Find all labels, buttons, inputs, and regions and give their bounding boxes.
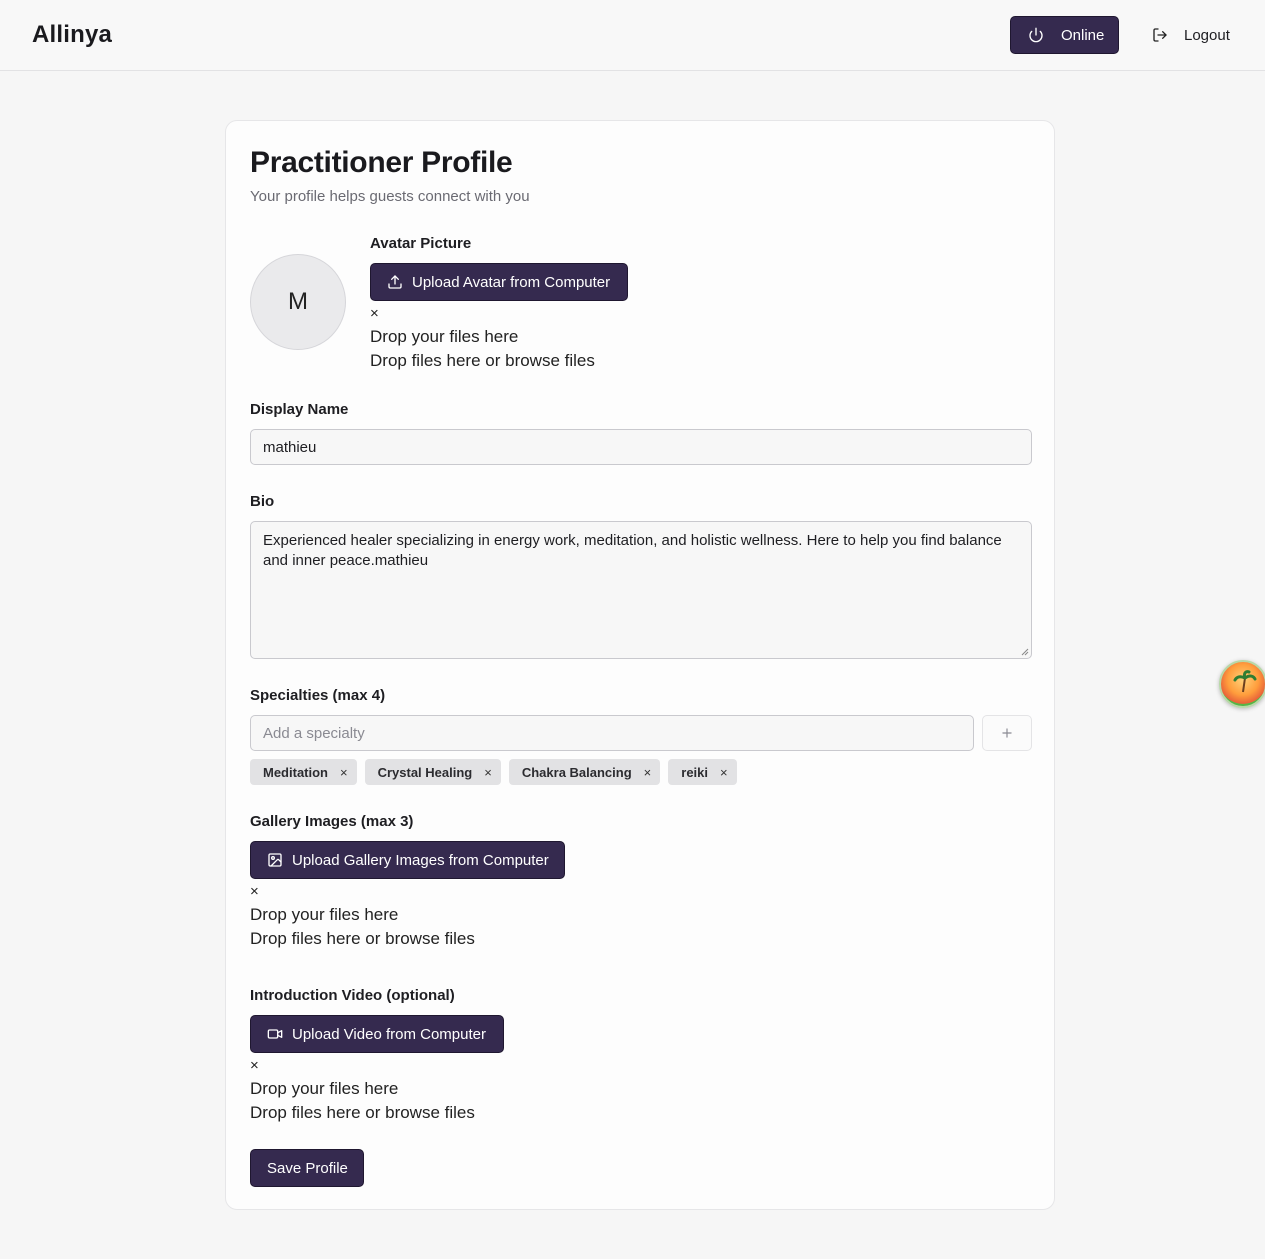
add-specialty-button[interactable]	[982, 715, 1032, 751]
specialties-label: Specialties (max 4)	[250, 687, 386, 704]
gallery-drop-close-icon[interactable]: ×	[250, 883, 259, 900]
avatar-drop-browse[interactable]: Drop files here or browse files	[370, 351, 595, 371]
specialty-tag: reiki ×	[668, 759, 737, 785]
image-icon	[267, 852, 283, 868]
beach-island-icon	[1221, 662, 1265, 706]
specialty-tag-label: Chakra Balancing	[521, 764, 632, 780]
avatar: M	[250, 254, 346, 350]
plus-icon	[1000, 726, 1014, 740]
specialty-tags: Meditation × Crystal Healing × Chakra Ba…	[250, 759, 737, 785]
display-name-value: mathieu	[263, 438, 317, 456]
specialty-tag: Crystal Healing ×	[364, 759, 501, 785]
logout-icon	[1152, 27, 1168, 43]
top-bar: Allinya Online Logout	[0, 0, 1265, 71]
bio-textarea[interactable]: Experienced healer specializing in energ…	[250, 521, 1032, 659]
video-drop-text[interactable]: Drop your files here	[250, 1079, 398, 1099]
upload-avatar-button[interactable]: Upload Avatar from Computer	[370, 263, 628, 301]
specialty-tag-label: Meditation	[263, 764, 328, 780]
bio-value: Experienced healer specializing in energ…	[263, 532, 1002, 569]
remove-tag-icon[interactable]: ×	[720, 765, 728, 780]
specialty-tag-label: Crystal Healing	[377, 764, 473, 780]
profile-card: Practitioner Profile Your profile helps …	[225, 120, 1055, 1210]
avatar-initial: M	[288, 288, 308, 315]
resize-handle-icon[interactable]	[1021, 648, 1029, 656]
online-toggle-button[interactable]: Online	[1010, 16, 1119, 54]
gallery-label: Gallery Images (max 3)	[250, 813, 414, 830]
save-profile-label: Save Profile	[267, 1159, 348, 1177]
specialty-placeholder: Add a specialty	[263, 724, 365, 742]
specialty-input[interactable]: Add a specialty	[250, 715, 974, 751]
logout-button[interactable]: Logout	[1140, 16, 1245, 54]
upload-video-button[interactable]: Upload Video from Computer	[250, 1015, 504, 1053]
brand-logo[interactable]: Allinya	[32, 21, 112, 49]
page-subtitle: Your profile helps guests connect with y…	[250, 188, 530, 205]
power-icon	[1028, 27, 1044, 43]
video-icon	[267, 1026, 283, 1042]
specialty-tag: Chakra Balancing ×	[508, 759, 661, 785]
avatar-drop-close-icon[interactable]: ×	[370, 305, 379, 322]
save-profile-button[interactable]: Save Profile	[250, 1149, 364, 1187]
upload-icon	[387, 274, 403, 290]
display-name-input[interactable]: mathieu	[250, 429, 1032, 465]
upload-gallery-button[interactable]: Upload Gallery Images from Computer	[250, 841, 565, 879]
gallery-drop-text[interactable]: Drop your files here	[250, 905, 398, 925]
video-drop-close-icon[interactable]: ×	[250, 1057, 259, 1074]
specialty-tag: Meditation ×	[250, 759, 357, 785]
display-name-label: Display Name	[250, 401, 349, 418]
remove-tag-icon[interactable]: ×	[340, 765, 348, 780]
page-title: Practitioner Profile	[250, 146, 513, 179]
upload-video-label: Upload Video from Computer	[292, 1025, 486, 1043]
upload-gallery-label: Upload Gallery Images from Computer	[292, 851, 549, 869]
remove-tag-icon[interactable]: ×	[484, 765, 492, 780]
online-label: Online	[1061, 26, 1105, 44]
remove-tag-icon[interactable]: ×	[644, 765, 652, 780]
floating-widget-button[interactable]	[1219, 660, 1265, 708]
specialty-tag-label: reiki	[681, 764, 709, 780]
avatar-drop-text[interactable]: Drop your files here	[370, 327, 518, 347]
logout-label: Logout	[1184, 26, 1230, 44]
video-label: Introduction Video (optional)	[250, 987, 455, 1004]
gallery-drop-browse[interactable]: Drop files here or browse files	[250, 929, 475, 949]
bio-label: Bio	[250, 493, 275, 510]
video-drop-browse[interactable]: Drop files here or browse files	[250, 1103, 475, 1123]
upload-avatar-label: Upload Avatar from Computer	[412, 273, 611, 291]
avatar-label: Avatar Picture	[370, 235, 472, 252]
